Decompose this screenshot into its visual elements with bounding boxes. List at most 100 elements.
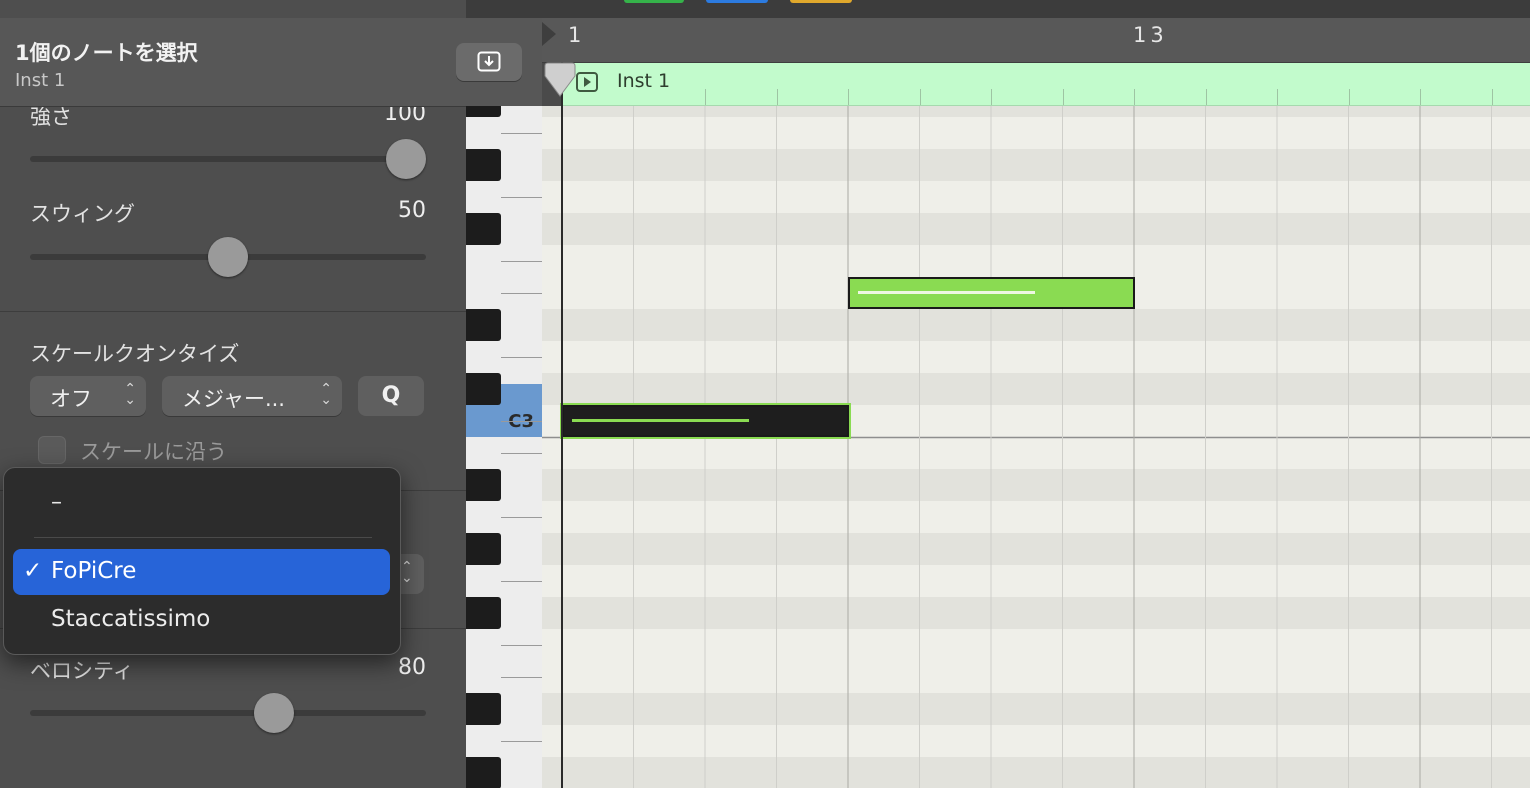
region-tick xyxy=(1134,89,1135,105)
inspector-header: 1個のノートを選択 Inst 1 xyxy=(0,18,542,107)
region-tick xyxy=(1420,89,1421,105)
playhead-line[interactable] xyxy=(561,62,563,788)
piano-key-divider xyxy=(501,581,542,582)
dropdown-item-fopicre[interactable]: ✓ FoPiCre xyxy=(13,549,390,595)
piano-black-key[interactable] xyxy=(466,373,501,405)
timeline-ruler[interactable]: 1 13 xyxy=(542,18,1530,63)
grid-row xyxy=(542,341,1530,373)
checkmark-icon: ✓ xyxy=(23,558,43,584)
section-divider xyxy=(0,311,466,312)
grid-row xyxy=(542,149,1530,181)
region-tick xyxy=(705,89,706,105)
piano-key-divider xyxy=(501,421,542,422)
articulation-dropdown-menu: – ✓ FoPiCre Staccatissimo xyxy=(3,467,401,655)
grid-lines xyxy=(542,106,1530,788)
region-tick xyxy=(1062,89,1064,105)
grid-row xyxy=(542,661,1530,693)
articulation-popup[interactable]: ⌃ ⌄ xyxy=(397,554,424,594)
grid-row xyxy=(542,565,1530,597)
region-header[interactable]: Inst 1 xyxy=(562,63,1530,106)
piano-key-divider xyxy=(501,261,542,262)
popup-chevrons-icon: ⌃ ⌄ xyxy=(320,381,332,408)
swing-slider-thumb[interactable] xyxy=(208,237,248,277)
piano-key-divider xyxy=(501,197,542,198)
swing-label: スウィング xyxy=(30,202,135,226)
piano-key-divider xyxy=(501,517,542,518)
scale-type-value: メジャー... xyxy=(182,387,285,411)
piano-keyboard[interactable]: C3 xyxy=(466,106,543,788)
strength-slider-thumb[interactable] xyxy=(386,139,426,179)
grid-row xyxy=(542,117,1530,149)
piano-black-key[interactable] xyxy=(466,309,501,341)
selection-title: 1個のノートを選択 xyxy=(15,41,198,65)
grid-row xyxy=(542,533,1530,565)
scale-type-popup[interactable]: メジャー... ⌃ ⌄ xyxy=(162,376,342,416)
ruler-start-marker-icon xyxy=(542,22,556,46)
region-tick xyxy=(1491,89,1493,105)
toolbar-chip-yellow[interactable] xyxy=(790,0,852,3)
dropdown-item-none[interactable]: – xyxy=(51,490,62,515)
grid-row xyxy=(542,181,1530,213)
toolbar-chip-blue[interactable] xyxy=(706,0,768,3)
piano-black-key[interactable] xyxy=(466,213,501,245)
download-tray-icon xyxy=(477,51,501,72)
grid-row xyxy=(542,469,1530,501)
toolbar-chip-green[interactable] xyxy=(624,0,684,3)
piano-black-key[interactable] xyxy=(466,693,501,725)
grid-row xyxy=(542,693,1530,725)
grid-row xyxy=(542,437,1530,469)
dropdown-item-staccatissimo[interactable]: Staccatissimo xyxy=(51,606,210,632)
ruler-marker-13: 13 xyxy=(1133,23,1168,47)
piano-key-divider xyxy=(501,741,542,742)
grid-row xyxy=(542,213,1530,245)
ruler-marker-1: 1 xyxy=(568,23,582,47)
region-tick xyxy=(1277,89,1278,105)
velocity-slider-thumb[interactable] xyxy=(254,693,295,733)
velocity-bar xyxy=(572,419,750,422)
piano-black-key[interactable] xyxy=(466,533,501,565)
dropdown-separator xyxy=(34,537,372,538)
quantize-q-button[interactable]: Q xyxy=(358,376,424,416)
piano-black-key[interactable] xyxy=(466,469,501,501)
download-button[interactable] xyxy=(456,43,522,81)
grid-row xyxy=(542,501,1530,533)
region-tick xyxy=(848,89,849,105)
velocity-bar xyxy=(858,291,1036,294)
dropdown-item-label: FoPiCre xyxy=(51,558,137,584)
region-tick xyxy=(919,89,921,105)
grid-row xyxy=(542,373,1530,405)
piano-black-key[interactable] xyxy=(466,757,501,788)
scale-follow-label: スケールに沿う xyxy=(80,440,227,464)
region-tick xyxy=(1348,89,1350,105)
popup-chevrons-icon: ⌃ ⌄ xyxy=(124,381,136,408)
popup-chevrons-icon: ⌃ ⌄ xyxy=(401,559,413,586)
piano-key-divider xyxy=(501,677,542,678)
piano-black-key[interactable] xyxy=(466,597,501,629)
region-play-icon[interactable] xyxy=(576,72,598,92)
midi-note[interactable] xyxy=(848,277,1135,309)
piano-black-key[interactable] xyxy=(466,149,501,181)
swing-value: 50 xyxy=(398,198,426,223)
strength-slider-track[interactable] xyxy=(30,156,426,162)
velocity-slider-track[interactable] xyxy=(30,710,426,716)
piano-key-divider xyxy=(501,293,542,294)
piano-key-divider xyxy=(501,645,542,646)
piano-key-divider xyxy=(501,133,542,134)
region-tick xyxy=(991,89,992,105)
piano-key-divider xyxy=(501,357,542,358)
grid-row xyxy=(542,725,1530,757)
playhead-handle-icon[interactable] xyxy=(542,62,578,98)
region-tick xyxy=(776,89,778,105)
note-inspector: 強さ 100 スウィング 50 スケールクオンタイズ オフ ⌃ ⌄ メジャー...… xyxy=(0,0,466,788)
scale-mode-popup[interactable]: オフ ⌃ ⌄ xyxy=(30,376,146,416)
grid-row xyxy=(542,629,1530,661)
midi-note[interactable] xyxy=(562,405,849,437)
grid-row xyxy=(542,245,1530,277)
scale-mode-value: オフ xyxy=(50,387,92,411)
scale-follow-checkbox[interactable] xyxy=(38,436,66,464)
piano-roll-grid[interactable] xyxy=(542,106,1530,788)
region-tick xyxy=(1205,89,1207,105)
piano-black-key[interactable] xyxy=(466,106,501,117)
region-name: Inst 1 xyxy=(617,70,671,92)
grid-row xyxy=(542,597,1530,629)
